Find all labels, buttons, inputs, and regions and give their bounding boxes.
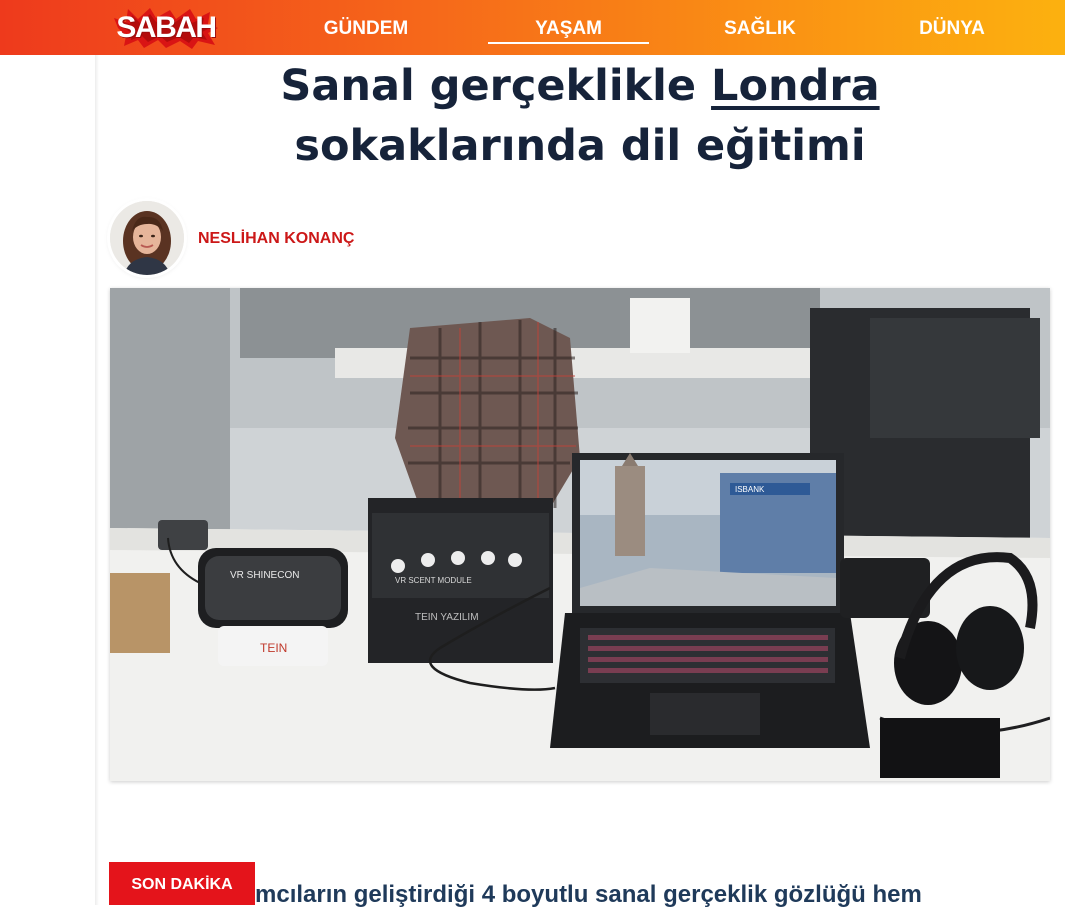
article-title: Sanal gerçeklikle Londra sokaklarında di… — [118, 56, 1042, 176]
nav-item-yasam[interactable]: YAŞAM — [488, 0, 649, 55]
tein-stand-logo: TEIN — [260, 641, 287, 655]
content-column-edge — [95, 55, 99, 905]
author-portrait-icon — [110, 201, 184, 275]
logo-text: SABAH — [116, 11, 217, 44]
vr-setup-photo: VR SHINECON TEIN VR SCENT MODULE TEIN YA… — [110, 288, 1050, 781]
author-name-link[interactable]: NESLİHAN KONANÇ — [198, 226, 354, 252]
headset-brand-text: VR SHINECON — [230, 570, 299, 581]
title-link-londra[interactable]: Londra — [711, 61, 880, 111]
author-avatar[interactable] — [110, 201, 184, 275]
son-dakika-button[interactable]: SON DAKİKA — [109, 862, 255, 905]
nav-active-indicator — [488, 42, 649, 44]
sabah-logo[interactable]: SABAH — [112, 6, 220, 50]
nav-item-gundem[interactable]: GÜNDEM — [306, 0, 426, 55]
article-lead-text: mcıların geliştirdiği 4 boyutlu sanal ge… — [255, 881, 922, 908]
tein-yazilim-label: TEIN YAZILIM — [415, 612, 479, 623]
title-text-before: Sanal gerçeklikle — [280, 61, 712, 111]
nav-item-saglik[interactable]: SAĞLIK — [700, 0, 820, 55]
bank-sign-text: ISBANK — [735, 485, 765, 494]
top-navbar: SABAH GÜNDEM YAŞAM SAĞLIK DÜNYA — [0, 0, 1065, 55]
scent-module-label: VR SCENT MODULE — [395, 576, 472, 585]
nav-item-dunya[interactable]: DÜNYA — [892, 0, 1012, 55]
article-main-image: VR SHINECON TEIN VR SCENT MODULE TEIN YA… — [110, 288, 1050, 781]
title-text-after: sokaklarında dil eğitimi — [294, 121, 866, 171]
